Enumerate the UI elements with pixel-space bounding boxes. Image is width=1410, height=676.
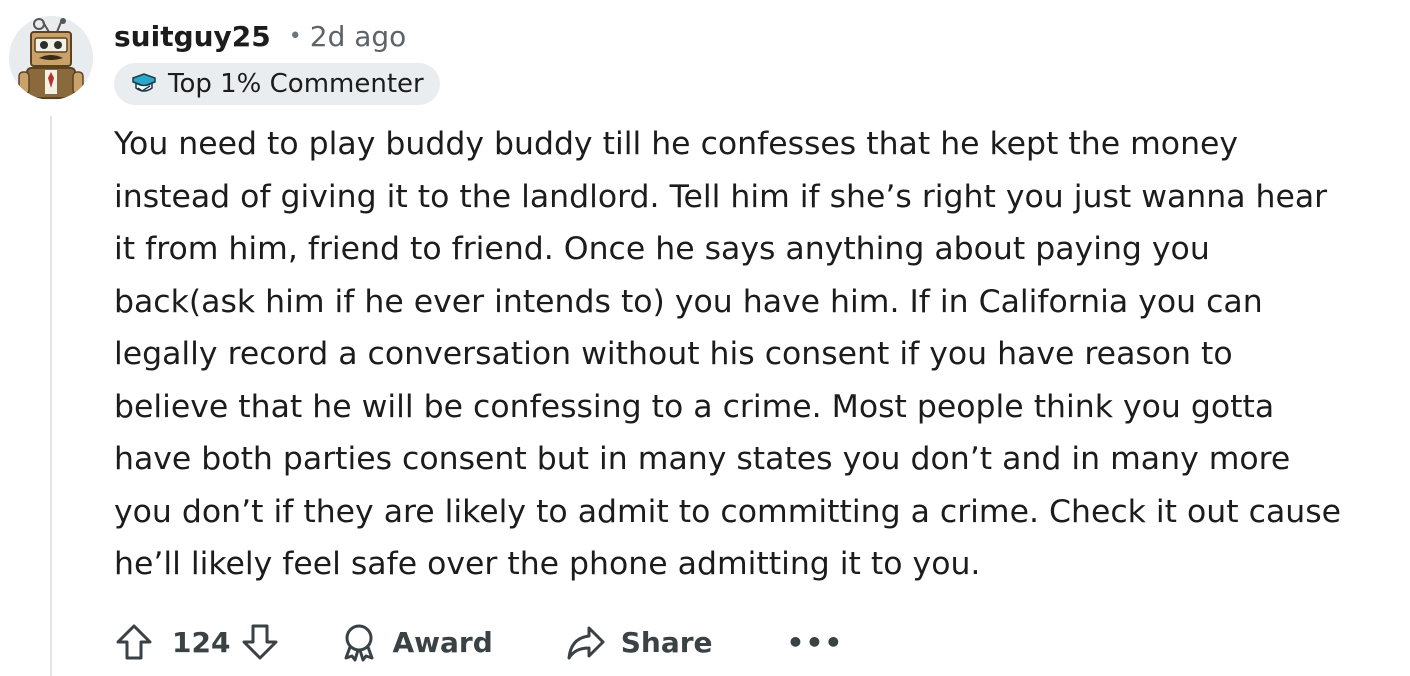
share-label: Share (620, 625, 713, 659)
more-options-button[interactable]: ••• (787, 626, 844, 659)
award-label: Award (392, 625, 493, 659)
flair-label: Top 1% Commenter (168, 69, 424, 99)
thread-collapse-line[interactable] (50, 116, 52, 676)
comment-body: You need to play buddy buddy till he con… (114, 126, 1342, 582)
arrow-up-icon[interactable] (114, 622, 154, 662)
comment-header: suitguy25 • 2d ago (114, 14, 406, 58)
award-icon (340, 622, 378, 662)
username-link[interactable]: suitguy25 (114, 20, 271, 53)
avatar-robot-icon (9, 16, 93, 100)
award-button[interactable]: Award (340, 622, 493, 662)
comment-timestamp[interactable]: 2d ago (310, 20, 407, 53)
meta-separator: • (288, 23, 302, 49)
vote-group: 124 (114, 622, 280, 662)
share-button[interactable]: Share (565, 622, 713, 662)
vote-score: 124 (172, 625, 231, 659)
arrow-down-icon[interactable] (240, 622, 280, 662)
comment-action-bar: 124 Award Share ••• (114, 614, 843, 670)
top-commenter-icon (130, 72, 158, 96)
user-flair-badge[interactable]: Top 1% Commenter (114, 63, 440, 105)
comment: suitguy25 • 2d ago Top 1% Commenter You … (0, 0, 1410, 676)
share-icon (565, 622, 607, 662)
user-avatar[interactable] (9, 16, 93, 100)
